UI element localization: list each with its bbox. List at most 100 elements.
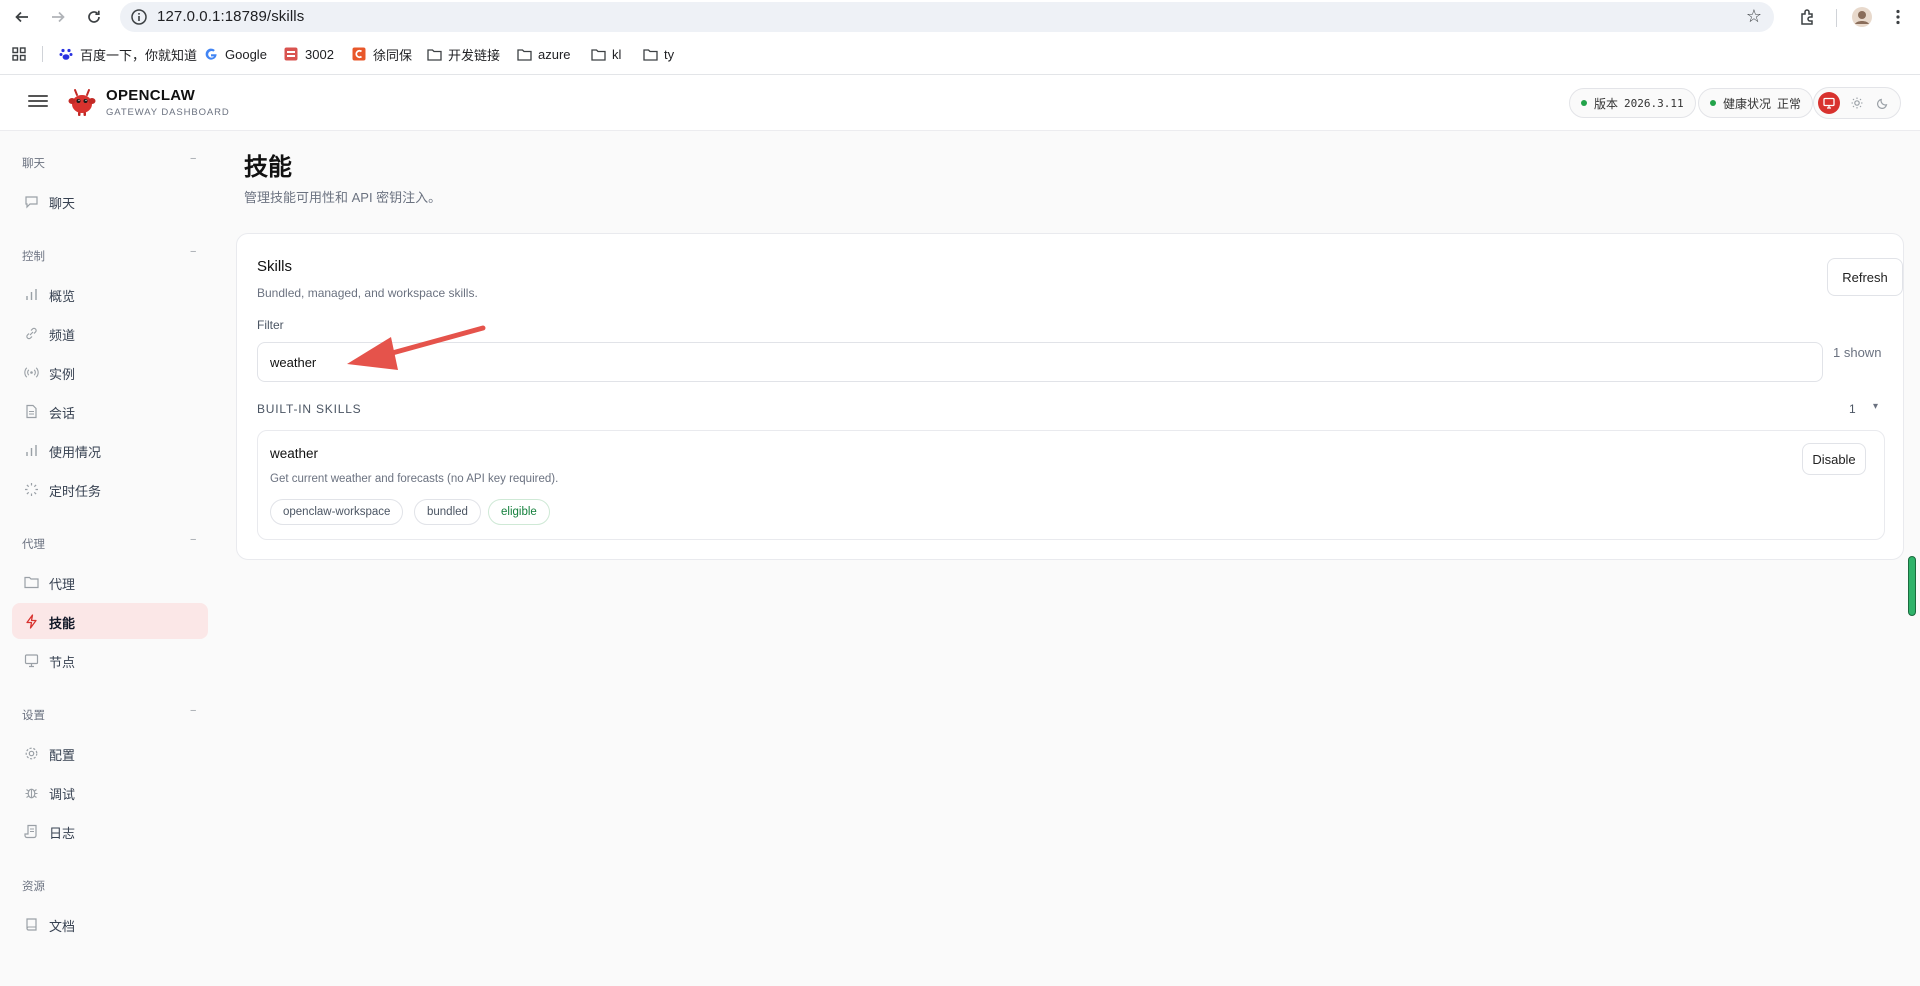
sidebar-item-label: 文档 <box>49 919 76 934</box>
back-arrow-icon[interactable] <box>8 3 36 31</box>
filter-input[interactable] <box>257 342 1823 382</box>
skill-name: weather <box>270 446 319 461</box>
bar-chart-icon <box>23 442 39 458</box>
bookmark-label: 百度一下，你就知道 <box>80 47 198 63</box>
app-header: OPENCLAW GATEWAY DASHBOARD 版本 2026.3.11 … <box>0 75 1920 131</box>
refresh-button[interactable]: Refresh <box>1827 258 1903 296</box>
sidebar-item-agents[interactable]: 代理 <box>12 564 208 600</box>
section-control-title: 控制 <box>22 251 45 263</box>
bookmark-label: kl <box>612 46 622 62</box>
sidebar-item-sessions[interactable]: 会话 <box>12 393 208 429</box>
lightning-icon <box>23 613 39 629</box>
sidebar-item-logs[interactable]: 日志 <box>12 813 208 849</box>
sidebar-item-label: 会话 <box>49 406 76 421</box>
profile-avatar[interactable] <box>1848 3 1876 31</box>
paw-icon <box>58 46 74 62</box>
sidebar-item-channels[interactable]: 频道 <box>12 315 208 351</box>
sidebar-item-label: 配置 <box>49 748 76 763</box>
status-dot <box>1581 100 1587 106</box>
sidebar-item-label: 节点 <box>49 655 76 670</box>
tag-workspace: openclaw-workspace <box>270 499 404 525</box>
folder-icon <box>23 574 39 590</box>
openclaw-logo <box>66 86 98 118</box>
moon-icon[interactable] <box>1872 92 1894 114</box>
bookmark-label: 开发链接 <box>448 47 501 63</box>
menu-toggle-icon[interactable] <box>28 92 48 112</box>
collapse-icon[interactable]: − <box>190 153 196 165</box>
sidebar-item-debug[interactable]: 调试 <box>12 774 208 810</box>
sun-icon[interactable] <box>1846 92 1868 114</box>
bug-icon <box>23 784 39 800</box>
bookmark-xutongbao[interactable]: 徐同保 <box>351 45 412 63</box>
collapse-icon[interactable]: − <box>190 534 196 546</box>
forward-arrow-icon[interactable] <box>44 3 72 31</box>
bookmark-label: 徐同保 <box>373 47 413 63</box>
health-badge: 健康状况 正常 <box>1698 88 1814 118</box>
address-bar[interactable]: 127.0.0.1:18789/skills ☆ <box>120 2 1774 32</box>
sidebar-item-docs[interactable]: 文档 <box>12 906 208 942</box>
health-value: 正常 <box>1777 96 1802 111</box>
bookmark-kl[interactable]: kl <box>590 45 621 63</box>
bookmark-label: Google <box>225 46 267 62</box>
bookmark-ty[interactable]: ty <box>642 45 674 63</box>
skill-item: weather Get current weather and forecast… <box>257 430 1885 540</box>
health-label: 健康状况 <box>1723 96 1772 111</box>
extensions-icon[interactable] <box>1794 3 1822 31</box>
link-icon <box>23 325 39 341</box>
sidebar-item-config[interactable]: 配置 <box>12 735 208 771</box>
sidebar-item-label: 频道 <box>49 328 76 343</box>
bookmarks-bar: 百度一下，你就知道 Google 3002 徐同保 开发链接 azure kl … <box>0 40 1920 68</box>
gear-icon <box>23 745 39 761</box>
disable-button[interactable]: Disable <box>1802 443 1866 475</box>
url-text[interactable]: 127.0.0.1:18789/skills <box>157 8 304 25</box>
status-dot <box>1710 100 1716 106</box>
sidebar-item-usage[interactable]: 使用情况 <box>12 432 208 468</box>
sidebar-item-label: 聊天 <box>49 196 76 211</box>
bookmark-star-icon[interactable]: ☆ <box>1746 6 1762 27</box>
bookmark-dev-links[interactable]: 开发链接 <box>426 45 500 63</box>
monitor-icon <box>23 652 39 668</box>
group-title[interactable]: BUILT-IN SKILLS <box>257 402 361 416</box>
sidebar-item-cron[interactable]: 定时任务 <box>12 471 208 507</box>
bookmark-label: azure <box>538 46 571 62</box>
apps-grid-icon[interactable] <box>12 45 26 63</box>
version-value: 2026.3.11 <box>1624 96 1684 110</box>
chevron-down-icon[interactable]: ▾ <box>1873 401 1878 412</box>
sidebar-item-skills[interactable]: 技能 <box>12 603 208 639</box>
bookmark-azure[interactable]: azure <box>516 45 571 63</box>
site-info-icon[interactable] <box>130 8 148 26</box>
main-content: 技能 管理技能可用性和 API 密钥注入。 Skills Bundled, ma… <box>220 131 1920 986</box>
bookmark-label: ty <box>664 46 675 62</box>
browser-menu-icon[interactable] <box>1884 3 1912 31</box>
sidebar-item-overview[interactable]: 概览 <box>12 276 208 312</box>
page-title: 技能 <box>244 154 292 181</box>
bookmarks-separator <box>42 46 43 62</box>
bar-chart-icon <box>23 286 39 302</box>
sidebar-item-label: 实例 <box>49 367 76 382</box>
scrollbar-thumb[interactable] <box>1908 556 1916 616</box>
filter-label: Filter <box>257 318 284 332</box>
folder-icon <box>590 46 606 62</box>
page-subtitle: 管理技能可用性和 API 密钥注入。 <box>244 190 442 205</box>
sidebar-item-nodes[interactable]: 节点 <box>12 642 208 678</box>
sidebar-item-label: 代理 <box>49 577 76 592</box>
card-subtitle: Bundled, managed, and workspace skills. <box>257 286 478 300</box>
monitor-theme-icon[interactable] <box>1818 92 1840 114</box>
collapse-icon[interactable]: − <box>190 246 196 258</box>
bookmark-baidu[interactable]: 百度一下，你就知道 <box>58 45 197 63</box>
folder-icon <box>642 46 658 62</box>
google-icon <box>203 46 219 62</box>
section-agent-title: 代理 <box>22 539 45 551</box>
collapse-icon[interactable]: − <box>190 705 196 717</box>
sidebar-item-chat[interactable]: 聊天 <box>12 183 208 219</box>
scroll-icon <box>23 823 39 839</box>
c-icon <box>351 46 367 62</box>
version-label: 版本 <box>1594 96 1619 111</box>
brand-name: OPENCLAW <box>106 87 196 104</box>
bookmark-3002[interactable]: 3002 <box>283 45 334 63</box>
reload-icon[interactable] <box>80 3 108 31</box>
sidebar-item-label: 定时任务 <box>49 484 102 499</box>
bookmark-google[interactable]: Google <box>203 45 267 63</box>
sidebar-item-label: 技能 <box>49 616 76 631</box>
sidebar-item-instances[interactable]: 实例 <box>12 354 208 390</box>
